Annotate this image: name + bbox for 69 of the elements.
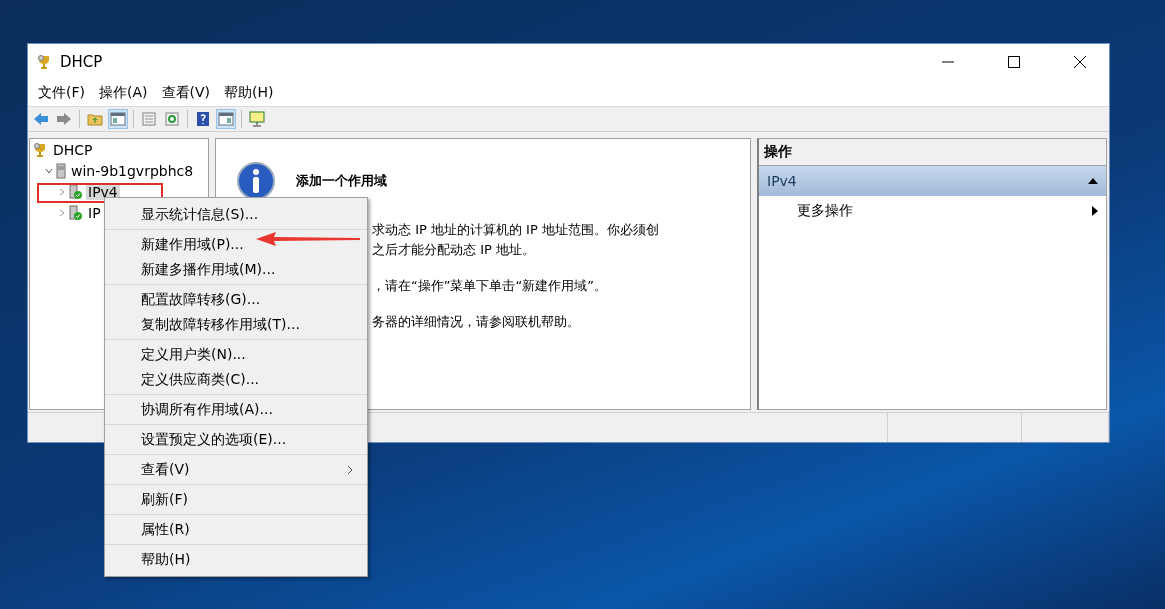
- pane-icon: [110, 112, 126, 126]
- folder-icon: [87, 112, 103, 126]
- tree-item[interactable]: DHCP: [51, 141, 95, 158]
- back-arrow-icon: [33, 112, 49, 126]
- menu-item[interactable]: 帮助(H): [218, 82, 280, 104]
- tree-item[interactable]: win-9b1gvrpbhc8: [69, 162, 196, 179]
- group-title: IPv4: [767, 173, 797, 189]
- expand-chevron-icon[interactable]: [58, 187, 66, 196]
- menu-item-label: 协调所有作用域(A)...: [141, 400, 273, 419]
- menu-item-label: 定义供应商类(C)...: [141, 370, 260, 389]
- description-text: ，请在“操作”菜单下单击“新建作用域”。: [372, 277, 608, 295]
- context-menu-item[interactable]: 协调所有作用域(A)...: [105, 397, 367, 422]
- menu-item-label: 设置预定义的选项(E)...: [141, 430, 287, 449]
- menu-item-label: 刷新(F): [141, 490, 188, 509]
- menu-item-label: 帮助(H): [141, 550, 191, 569]
- context-menu-item[interactable]: 定义供应商类(C)...: [105, 367, 367, 392]
- help-icon: [196, 111, 210, 127]
- close-icon: [1074, 56, 1086, 68]
- menu-item-label: 定义用户类(N)...: [141, 345, 246, 364]
- context-menu-item[interactable]: 定义用户类(N)...: [105, 342, 367, 367]
- menu-item[interactable]: 文件(F): [32, 82, 91, 104]
- context-menu-item[interactable]: 复制故障转移作用域(T)...: [105, 312, 367, 337]
- server-check-icon: [69, 183, 83, 200]
- collapse-chevron-icon[interactable]: [45, 166, 53, 175]
- expand-chevron-icon[interactable]: [58, 208, 66, 217]
- menu-item-label: 新建作用域(P)...: [141, 235, 244, 254]
- pane-icon: [218, 112, 234, 126]
- console-tree-button[interactable]: [108, 109, 128, 129]
- window-title: DHCP: [60, 53, 104, 71]
- maximize-icon: [1008, 56, 1020, 68]
- content-heading: 添加一个作用域: [296, 172, 387, 190]
- document-icon: [142, 112, 156, 126]
- context-menu-item[interactable]: 新建作用域(P)...: [105, 232, 367, 257]
- refresh-icon: [165, 112, 179, 126]
- actions-group-header[interactable]: IPv4: [759, 166, 1106, 196]
- menu-item-label: 查看(V): [141, 460, 190, 479]
- menu-item-label: 复制故障转移作用域(T)...: [141, 315, 300, 334]
- properties-button[interactable]: [139, 109, 159, 129]
- context-menu-item[interactable]: 设置预定义的选项(E)...: [105, 427, 367, 452]
- menu-item-label: 新建多播作用域(M)...: [141, 260, 276, 279]
- context-menu-item[interactable]: 查看(V): [105, 457, 367, 482]
- forward-arrow-icon: [56, 112, 72, 126]
- description-text: 务器的详细情况，请参阅联机帮助。: [372, 313, 581, 331]
- server-check-icon: [69, 204, 83, 221]
- menu-item[interactable]: 查看(V): [155, 82, 216, 104]
- menu-item[interactable]: 操作(A): [93, 82, 154, 104]
- tree-item[interactable]: IP: [86, 204, 103, 221]
- trophy-icon: [32, 141, 48, 158]
- monitor-button[interactable]: [247, 109, 267, 129]
- menu-item-label: 显示统计信息(S)...: [141, 205, 259, 224]
- action-pane-button[interactable]: [216, 109, 236, 129]
- description-text: 之后才能分配动态 IP 地址。: [372, 241, 536, 259]
- refresh-button[interactable]: [162, 109, 182, 129]
- menu-item-label: 属性(R): [141, 520, 190, 539]
- action-item[interactable]: 更多操作: [759, 196, 1106, 226]
- server-icon: [56, 162, 66, 179]
- action-label: 更多操作: [797, 202, 853, 220]
- description-text: 求动态 IP 地址的计算机的 IP 地址范围。你必须创: [372, 221, 660, 239]
- context-menu-item[interactable]: 帮助(H): [105, 547, 367, 572]
- menu-item-label: 配置故障转移(G)...: [141, 290, 261, 309]
- minimize-icon: [942, 61, 954, 63]
- context-menu-item[interactable]: 新建多播作用域(M)...: [105, 257, 367, 282]
- trophy-icon: [36, 54, 52, 70]
- context-menu-item[interactable]: 显示统计信息(S)...: [105, 202, 367, 227]
- context-menu-item[interactable]: 属性(R): [105, 517, 367, 542]
- context-menu-item[interactable]: 刷新(F): [105, 487, 367, 512]
- actions-header: 操作: [759, 139, 1106, 166]
- context-menu-item[interactable]: 配置故障转移(G)...: [105, 287, 367, 312]
- monitor-icon: [249, 111, 265, 127]
